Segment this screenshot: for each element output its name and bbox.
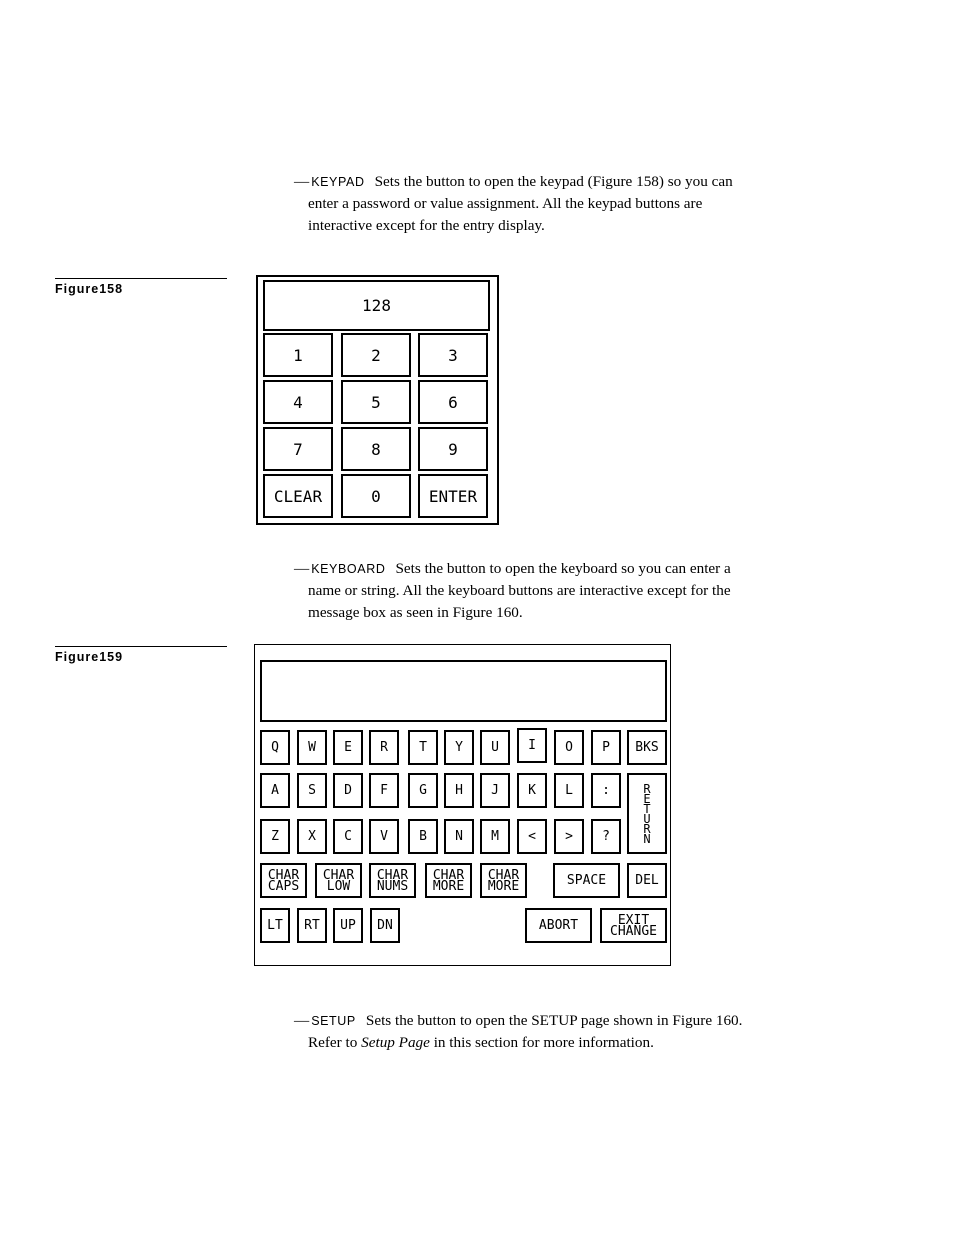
space-key[interactable]: SPACE <box>553 863 620 898</box>
backspace-key[interactable]: BKS <box>627 730 667 765</box>
key-c[interactable]: C <box>333 819 363 854</box>
up-key[interactable]: UP <box>333 908 363 943</box>
char-more-key-2[interactable]: CHAR MORE <box>480 863 527 898</box>
key-b[interactable]: B <box>408 819 438 854</box>
keypad-key-1[interactable]: 1 <box>263 333 333 377</box>
key-label-line: N <box>643 831 651 846</box>
keypad-entry-display: 128 <box>263 280 490 331</box>
keypad-key-3[interactable]: 3 <box>418 333 488 377</box>
description-line: Sets the button to open the SETUP page s… <box>365 1012 743 1029</box>
keypad-key-5[interactable]: 5 <box>341 380 411 424</box>
delete-key[interactable]: DEL <box>627 863 667 898</box>
em-dash: — <box>294 1012 310 1029</box>
key-p[interactable]: P <box>591 730 621 765</box>
figure-158-label: Figure158 <box>55 278 227 296</box>
description-text: Refer to <box>308 1034 362 1051</box>
exit-change-key[interactable]: EXIT CHANGE <box>600 908 667 943</box>
key-greater-than[interactable]: > <box>554 819 584 854</box>
keypad-key-0[interactable]: 0 <box>341 474 411 518</box>
setup-page-reference: Setup Page <box>361 1034 430 1051</box>
key-m[interactable]: M <box>480 819 510 854</box>
setup-keyword: SETUP <box>311 1014 356 1028</box>
right-key[interactable]: RT <box>297 908 327 943</box>
key-question-mark[interactable]: ? <box>591 819 621 854</box>
keypad-key-enter[interactable]: ENTER <box>418 474 488 518</box>
setup-description: — SETUP Sets the button to open the SETUP … <box>294 1010 794 1054</box>
keyboard-message-box <box>260 660 667 722</box>
char-more-key[interactable]: CHAR MORE <box>425 863 472 898</box>
key-label-line: CAPS <box>267 878 300 894</box>
key-f[interactable]: F <box>369 773 399 808</box>
key-e[interactable]: E <box>333 730 363 765</box>
description-line: message box as seen in Figure 160. <box>308 604 523 621</box>
keypad-keyword: KEYPAD <box>311 175 365 189</box>
key-y[interactable]: Y <box>444 730 474 765</box>
abort-key[interactable]: ABORT <box>525 908 592 943</box>
char-nums-key[interactable]: CHAR NUMS <box>369 863 416 898</box>
keypad-key-2[interactable]: 2 <box>341 333 411 377</box>
keyboard-figure: Q W E R T Y U I O P BKS A S D F G H J K L: Z X C V B N M < >? R E T U R N C… <box>254 644 671 966</box>
keypad-key-clear[interactable]: CLEAR <box>263 474 333 518</box>
key-u[interactable]: U <box>480 730 510 765</box>
return-key[interactable]: RETURN <box>627 773 667 854</box>
keyboard-keyword: KEYBOARD <box>311 562 386 576</box>
key-w[interactable]: W <box>297 730 327 765</box>
description-line: interactive except for the entry display… <box>308 217 545 234</box>
description-line: enter a password or value assignment. Al… <box>308 195 703 212</box>
key-label-line: LOW <box>326 878 351 894</box>
keypad-key-8[interactable]: 8 <box>341 427 411 471</box>
key-d[interactable]: D <box>333 773 363 808</box>
key-j[interactable]: J <box>480 773 510 808</box>
key-label-line: CHANGE <box>610 923 657 939</box>
keypad-key-4[interactable]: 4 <box>263 380 333 424</box>
keypad-description: — KEYPAD Sets the button to open the keypa… <box>294 171 794 237</box>
key-q[interactable]: Q <box>260 730 290 765</box>
keypad-key-7[interactable]: 7 <box>263 427 333 471</box>
key-i[interactable]: I <box>517 728 547 763</box>
key-k[interactable]: K <box>517 773 547 808</box>
key-o[interactable]: O <box>554 730 584 765</box>
em-dash: — <box>294 173 310 190</box>
keypad-figure: 128 1 2 3 4 5 6 7 8 9 CLEAR 0 ENTER <box>256 275 499 525</box>
key-a[interactable]: A <box>260 773 290 808</box>
key-label-line: NUMS <box>376 878 409 894</box>
description-text: in this section for more information. <box>429 1034 654 1051</box>
description-line: Sets the button to open the keypad (Figu… <box>374 173 733 190</box>
char-caps-key[interactable]: CHAR CAPS <box>260 863 307 898</box>
key-t[interactable]: T <box>408 730 438 765</box>
keypad-key-9[interactable]: 9 <box>418 427 488 471</box>
down-key[interactable]: DN <box>370 908 400 943</box>
key-less-than[interactable]: < <box>517 819 547 854</box>
key-g[interactable]: G <box>408 773 438 808</box>
keypad-key-6[interactable]: 6 <box>418 380 488 424</box>
key-z[interactable]: Z <box>260 819 290 854</box>
key-label-line: MORE <box>432 878 465 894</box>
key-l[interactable]: L <box>554 773 584 808</box>
key-s[interactable]: S <box>297 773 327 808</box>
key-v[interactable]: V <box>369 819 399 854</box>
keyboard-description: — KEYBOARD Sets the button to open the key… <box>294 558 794 624</box>
description-line: name or string. All the keyboard buttons… <box>308 582 731 599</box>
char-low-key[interactable]: CHAR LOW <box>315 863 362 898</box>
description-line: Sets the button to open the keyboard so … <box>395 560 731 577</box>
figure-159-label: Figure159 <box>55 646 227 664</box>
em-dash: — <box>294 560 310 577</box>
key-colon[interactable]: : <box>591 773 621 808</box>
key-label-line: MORE <box>487 878 520 894</box>
key-r[interactable]: R <box>369 730 399 765</box>
key-x[interactable]: X <box>297 819 327 854</box>
key-n[interactable]: N <box>444 819 474 854</box>
left-key[interactable]: LT <box>260 908 290 943</box>
key-h[interactable]: H <box>444 773 474 808</box>
